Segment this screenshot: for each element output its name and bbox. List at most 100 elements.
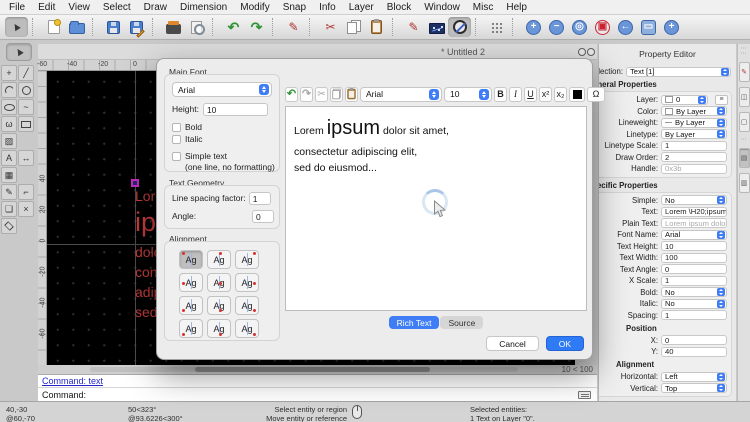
linetype-select[interactable]: By Layer [661, 129, 727, 139]
editor-font-select[interactable]: Arial [360, 87, 442, 102]
dock-view-button[interactable]: ▢ [739, 112, 750, 132]
horizontal-scrollbar-thumb[interactable] [195, 367, 430, 372]
line-tool-button[interactable]: ╱ [18, 65, 34, 81]
command-input-row[interactable]: Command: [38, 387, 597, 401]
menu-snap[interactable]: Snap [283, 2, 306, 13]
editor-text-color-button[interactable] [569, 87, 585, 102]
circle-tool-button[interactable] [18, 82, 34, 98]
x-scale-input[interactable]: 1 [661, 276, 727, 286]
bold-checkbox[interactable] [172, 123, 181, 132]
keyboard-icon[interactable] [578, 391, 591, 399]
zoom-selection-button[interactable]: ▣ [591, 17, 614, 37]
align-bottom-center-button[interactable]: Ag [207, 319, 231, 338]
tab-source[interactable]: Source [440, 316, 483, 329]
selection-reference-handle[interactable] [131, 179, 139, 187]
dock-clipboard-button[interactable]: ▥ [739, 173, 750, 193]
editor-redo-button[interactable]: ↷ [300, 87, 313, 102]
snap-tool-button[interactable]: × [18, 201, 34, 217]
zoom-in-button[interactable]: + [522, 17, 545, 37]
ellipse-tool-button[interactable] [1, 99, 17, 115]
angle-input[interactable]: 0 [252, 210, 274, 223]
select-tool-button[interactable] [5, 17, 28, 37]
save-as-button[interactable] [125, 17, 148, 37]
rectangle-tool-button[interactable] [18, 116, 34, 132]
align-middle-right-button[interactable]: Ag [235, 273, 259, 292]
arc-tool-button[interactable] [1, 82, 17, 98]
auto-zoom-button[interactable]: ◎ [568, 17, 591, 37]
copy-button[interactable] [342, 17, 365, 37]
editor-size-select[interactable]: 10 [444, 87, 492, 102]
align-bottom-left-button[interactable]: Ag [179, 319, 203, 338]
align-base-left-button[interactable]: Ag [179, 296, 203, 315]
position-y-input[interactable]: 40 [661, 347, 727, 357]
dock-property-editor-button[interactable]: ▤ [739, 148, 750, 168]
menu-file[interactable]: File [9, 2, 25, 13]
edit-drawing-button[interactable]: ✎ [402, 17, 425, 37]
text-width-input[interactable]: 100 [661, 253, 727, 263]
menu-select[interactable]: Select [103, 2, 131, 13]
align-bottom-right-button[interactable]: Ag [235, 319, 259, 338]
menu-misc[interactable]: Misc [473, 2, 494, 13]
pointer-tool-button[interactable] [6, 43, 32, 61]
command-history-entry[interactable]: Command: text [42, 376, 103, 386]
linetype-scale-input[interactable]: 1 [661, 141, 727, 151]
hatch-tool-button[interactable]: ▨ [1, 133, 17, 149]
height-input[interactable]: 10 [203, 103, 268, 116]
transform-tool-button[interactable]: ❏ [1, 201, 17, 217]
application-preferences-button[interactable] [425, 17, 448, 37]
vertical-align-select[interactable]: Top [661, 383, 727, 393]
dock-library-button[interactable]: ◫ [739, 87, 750, 107]
font-name-select[interactable]: Arial [661, 230, 727, 240]
menu-dimension[interactable]: Dimension [180, 2, 227, 13]
align-top-center-button[interactable]: Ag [207, 250, 231, 269]
align-base-center-button[interactable]: Ag [207, 296, 231, 315]
position-x-input[interactable]: 0 [661, 335, 727, 345]
editor-italic-button[interactable]: I [509, 87, 522, 102]
text-tool-button[interactable]: A [1, 150, 17, 166]
trim-tool-button[interactable]: ⌐ [18, 184, 34, 200]
cancel-button[interactable]: Cancel [486, 336, 538, 351]
editor-copy-button[interactable] [330, 87, 343, 102]
window-zoom-button[interactable]: ▭ [637, 17, 660, 37]
simple-text-checkbox[interactable] [172, 152, 181, 161]
delete-button[interactable]: ✎ [282, 17, 305, 37]
cut-button[interactable]: ✂ [319, 17, 342, 37]
menu-edit[interactable]: Edit [38, 2, 55, 13]
editor-underline-button[interactable]: U [524, 87, 537, 102]
modify-tool-button[interactable]: ✎ [1, 184, 17, 200]
drawing-preferences-button[interactable] [448, 17, 471, 37]
editor-undo-button[interactable]: ↶ [285, 87, 298, 102]
save-button[interactable] [102, 17, 125, 37]
horizontal-scrollbar-track[interactable] [90, 367, 518, 372]
close-window-button[interactable] [587, 48, 595, 56]
solid-tool-button[interactable] [1, 218, 17, 234]
undo-button[interactable]: ↶ [222, 17, 245, 37]
menu-block[interactable]: Block [387, 2, 411, 13]
align-middle-center-button[interactable]: Ag [207, 273, 231, 292]
open-file-button[interactable] [65, 17, 88, 37]
editor-bold-button[interactable]: B [494, 87, 507, 102]
menu-window[interactable]: Window [424, 2, 460, 13]
print-button[interactable] [162, 17, 185, 37]
dock-block-edit-button[interactable]: ✎ [739, 62, 750, 82]
line-spacing-input[interactable]: 1 [249, 192, 271, 205]
image-tool-button[interactable]: ▦ [1, 167, 17, 183]
editor-cut-button[interactable]: ✂ [315, 87, 328, 102]
italic-select[interactable]: No [661, 299, 727, 309]
text-code-input[interactable]: Lorem \H20;ipsum\H10; dolo [661, 207, 727, 217]
tab-rich-text[interactable]: Rich Text [389, 316, 440, 329]
align-top-right-button[interactable]: Ag [235, 250, 259, 269]
lineweight-select[interactable]: —By Layer [661, 118, 727, 128]
text-height-input[interactable]: 10 [661, 241, 727, 251]
draw-order-input[interactable]: 2 [661, 152, 727, 162]
spacing-input[interactable]: 1 [661, 310, 727, 320]
editor-special-character-button[interactable]: Ω [587, 87, 605, 102]
point-tool-button[interactable]: + [1, 65, 17, 81]
menu-view[interactable]: View [68, 2, 90, 13]
dock-drag-handle[interactable]: ⋯⋯ [741, 47, 748, 57]
simple-select[interactable]: No [661, 195, 727, 205]
editor-subscript-button[interactable]: x₂ [554, 87, 567, 102]
float-window-button[interactable] [578, 48, 586, 56]
bold-select[interactable]: No [661, 287, 727, 297]
layer-list-button[interactable]: ≡ [715, 95, 728, 105]
